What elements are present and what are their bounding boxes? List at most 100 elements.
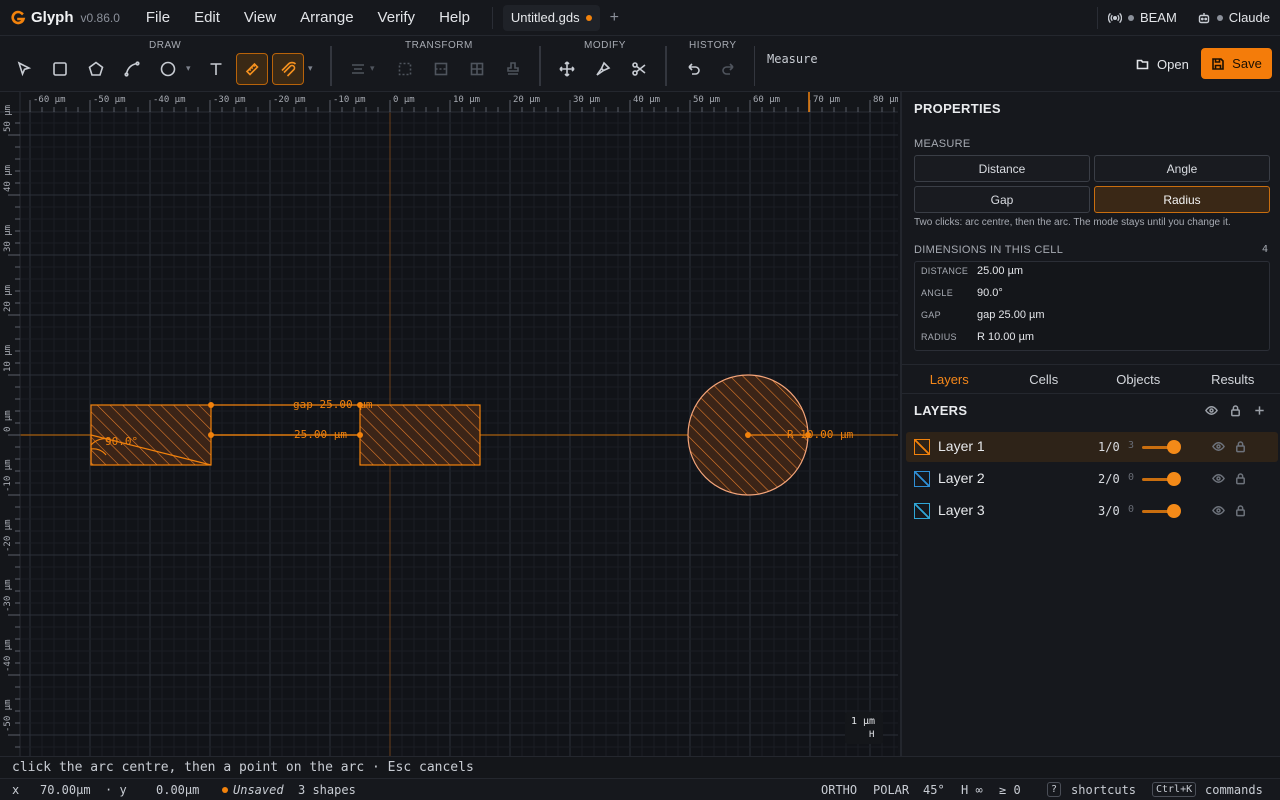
cursor-arrow-icon bbox=[17, 61, 32, 77]
x-tick-label: 60 µm bbox=[753, 95, 780, 105]
polar-toggle[interactable]: POLAR bbox=[873, 783, 909, 797]
main-menu: File Edit View Arrange Verify Help bbox=[134, 9, 482, 26]
bounding-box-button[interactable] bbox=[389, 53, 421, 85]
ruler-tool-button[interactable] bbox=[236, 53, 268, 85]
layer-swatch[interactable] bbox=[914, 439, 930, 455]
min-setting[interactable]: ≥ 0 bbox=[999, 783, 1021, 797]
claude-status[interactable]: Claude bbox=[1187, 10, 1280, 25]
lock-icon[interactable] bbox=[1229, 404, 1242, 417]
measure-tool-button[interactable] bbox=[272, 53, 304, 85]
layout-canvas[interactable]: gap 25.00 µm 25.00 µm 90.0° R 10.00 µm -… bbox=[0, 92, 898, 756]
y-tick-label: 10 µm bbox=[3, 345, 13, 372]
plus-icon[interactable] bbox=[1253, 404, 1266, 417]
polygon-tool-button[interactable] bbox=[80, 53, 112, 85]
open-button[interactable]: Open bbox=[1128, 49, 1197, 79]
tab-results[interactable]: Results bbox=[1186, 365, 1280, 393]
menu-verify[interactable]: Verify bbox=[366, 9, 428, 26]
layer-opacity-handle[interactable] bbox=[1167, 504, 1181, 518]
layer-number: 0 bbox=[1128, 472, 1135, 483]
rectangle-shape-right[interactable] bbox=[359, 404, 481, 466]
align-options-chevron-down-icon[interactable]: ▾ bbox=[370, 63, 375, 74]
menu-file[interactable]: File bbox=[134, 9, 182, 26]
handle-point[interactable] bbox=[745, 432, 751, 438]
app-logo bbox=[10, 10, 26, 26]
document-tab[interactable]: Untitled.gds bbox=[502, 4, 600, 31]
cut-button[interactable] bbox=[623, 53, 655, 85]
layer-opacity-handle[interactable] bbox=[1167, 472, 1181, 486]
layer-opacity-handle[interactable] bbox=[1167, 440, 1181, 454]
mode-distance-button[interactable]: Distance bbox=[914, 155, 1090, 182]
circle-options-chevron-down-icon[interactable]: ▾ bbox=[186, 63, 191, 74]
group-label-history: HISTORY bbox=[689, 40, 737, 51]
x-tick-label: 40 µm bbox=[633, 95, 660, 105]
path-tool-button[interactable] bbox=[116, 53, 148, 85]
new-tab-button[interactable]: + bbox=[610, 9, 619, 27]
y-tick-label: -50 µm bbox=[3, 699, 13, 732]
stamp-button[interactable] bbox=[497, 53, 529, 85]
eye-icon[interactable] bbox=[1212, 472, 1225, 485]
eye-icon[interactable] bbox=[1205, 404, 1218, 417]
mode-gap-button[interactable]: Gap bbox=[914, 186, 1090, 213]
layer-number: 0 bbox=[1128, 504, 1135, 515]
text-tool-button[interactable] bbox=[200, 53, 232, 85]
eye-icon[interactable] bbox=[1212, 440, 1225, 453]
save-button[interactable]: Save bbox=[1201, 48, 1272, 79]
array-grid-button[interactable] bbox=[461, 53, 493, 85]
rectangle-icon bbox=[53, 62, 67, 76]
beam-status[interactable]: BEAM bbox=[1098, 10, 1187, 25]
lock-icon[interactable] bbox=[1234, 472, 1247, 485]
dimension-key: DISTANCE bbox=[921, 266, 969, 276]
layer-swatch[interactable] bbox=[914, 471, 930, 487]
dimension-row[interactable]: ANGLE 90.0° bbox=[915, 284, 1269, 306]
handle-point[interactable] bbox=[208, 432, 214, 438]
layer-row[interactable]: Layer 2 2/0 0 bbox=[906, 464, 1278, 494]
commands-key[interactable]: Ctrl+K bbox=[1152, 782, 1197, 797]
x-tick-label: 50 µm bbox=[693, 95, 720, 105]
lock-icon[interactable] bbox=[1234, 440, 1247, 453]
circle-tool-button[interactable] bbox=[152, 53, 184, 85]
handle-point[interactable] bbox=[357, 432, 363, 438]
x-tick-label: -50 µm bbox=[93, 95, 126, 105]
layer-row[interactable]: Layer 1 1/0 3 bbox=[906, 432, 1278, 462]
mode-radius-button[interactable]: Radius bbox=[1094, 186, 1270, 213]
menu-help[interactable]: Help bbox=[427, 9, 482, 26]
paint-button[interactable] bbox=[587, 53, 619, 85]
handle-point[interactable] bbox=[208, 402, 214, 408]
menu-edit[interactable]: Edit bbox=[182, 9, 232, 26]
tab-objects[interactable]: Objects bbox=[1091, 365, 1186, 393]
dimension-row[interactable]: DISTANCE 25.00 µm bbox=[915, 262, 1269, 284]
eye-icon[interactable] bbox=[1212, 504, 1225, 517]
canvas-drawing[interactable]: gap 25.00 µm 25.00 µm 90.0° R 10.00 µm -… bbox=[0, 92, 898, 756]
tab-layers[interactable]: Layers bbox=[902, 365, 997, 393]
layer-swatch[interactable] bbox=[914, 503, 930, 519]
dims-count: 4 bbox=[1261, 244, 1268, 255]
ortho-toggle[interactable]: ORTHO bbox=[821, 783, 857, 797]
shortcuts-key[interactable]: ? bbox=[1047, 782, 1062, 797]
select-tool-button[interactable] bbox=[8, 53, 40, 85]
unsaved-status: Unsaved bbox=[233, 783, 284, 797]
path-curve-icon bbox=[124, 61, 140, 77]
move-button[interactable] bbox=[551, 53, 583, 85]
menu-arrange[interactable]: Arrange bbox=[288, 9, 365, 26]
rectangle-tool-button[interactable] bbox=[44, 53, 76, 85]
polar-angle[interactable]: 45° bbox=[923, 783, 945, 797]
dimension-key: ANGLE bbox=[921, 288, 954, 298]
active-tool-label: Measure bbox=[767, 52, 818, 66]
measure-options-chevron-down-icon[interactable]: ▾ bbox=[308, 63, 313, 74]
array-rows-button[interactable] bbox=[425, 53, 457, 85]
tab-cells[interactable]: Cells bbox=[997, 365, 1092, 393]
shortcuts-link[interactable]: shortcuts bbox=[1071, 783, 1136, 797]
h-setting[interactable]: H ∞ bbox=[961, 783, 983, 797]
mode-angle-button[interactable]: Angle bbox=[1094, 155, 1270, 182]
layer-row[interactable]: Layer 3 3/0 0 bbox=[906, 496, 1278, 526]
commands-link[interactable]: commands bbox=[1205, 783, 1263, 797]
magnet-measure-icon bbox=[281, 61, 297, 77]
dimension-row[interactable]: GAP gap 25.00 µm bbox=[915, 306, 1269, 328]
menubar: Glyph v0.86.0 File Edit View Arrange Ver… bbox=[0, 0, 1280, 36]
beam-dot bbox=[1127, 14, 1134, 21]
lock-icon[interactable] bbox=[1234, 504, 1247, 517]
undo-button[interactable] bbox=[677, 53, 709, 85]
redo-button[interactable] bbox=[713, 53, 745, 85]
menu-view[interactable]: View bbox=[232, 9, 288, 26]
dimension-row[interactable]: RADIUS R 10.00 µm bbox=[915, 328, 1269, 350]
